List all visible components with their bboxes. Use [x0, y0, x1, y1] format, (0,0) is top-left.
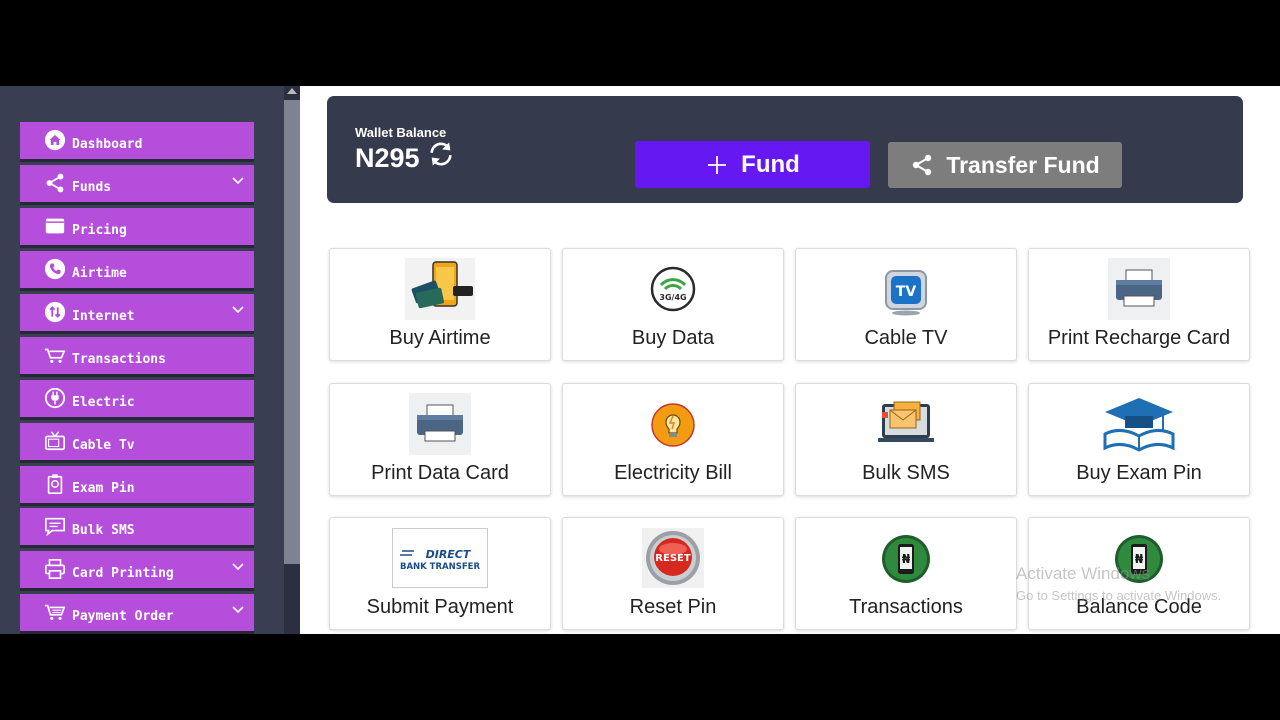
service-card-buy-exam-pin[interactable]: Buy Exam Pin — [1028, 383, 1250, 496]
svg-text:TV: TV — [896, 284, 917, 300]
svg-text:₦: ₦ — [902, 552, 911, 566]
cart-icon — [44, 348, 66, 363]
service-card-submit-payment[interactable]: DIRECT BANK TRANSFER Submit Payment — [329, 517, 551, 630]
chevron-down-icon — [232, 306, 244, 314]
sidebar-item-label: Bulk SMS — [72, 523, 135, 538]
sidebar-item-dashboard[interactable]: Dashboard — [20, 122, 254, 159]
cart-icon — [44, 604, 66, 620]
sidebar-item-label: Electric — [72, 395, 135, 410]
sidebar-item-label: Exam Pin — [72, 481, 135, 496]
windows-activation-watermark: Activate Windows Go to Settings to activ… — [1016, 564, 1221, 603]
transfer-fund-button-label: Transfer Fund — [946, 151, 1100, 178]
app-window: Dashboard Funds Pricing Airtime Internet… — [0, 86, 1280, 634]
logo-text-bank-transfer: BANK TRANSFER — [400, 562, 480, 572]
sidebar-item-label: Transactions — [72, 352, 166, 367]
sidebar-item-card-printing[interactable]: Card Printing — [20, 551, 254, 588]
reset-button-icon: RESET — [642, 528, 704, 588]
service-card-label: Buy Data — [631, 327, 715, 349]
chevron-down-icon — [232, 606, 244, 614]
watermark-subtitle: Go to Settings to activate Windows. — [1016, 588, 1222, 603]
reset-logo-text: RESET — [655, 553, 691, 564]
service-card-label: Bulk SMS — [862, 462, 950, 484]
service-card-transactions[interactable]: ₦ Transactions — [795, 517, 1017, 630]
service-card-reset-pin[interactable]: RESET Reset Pin — [562, 517, 784, 630]
sidebar-item-bulk-sms[interactable]: Bulk SMS — [20, 508, 254, 545]
transfer-fund-button[interactable]: Transfer Fund — [888, 142, 1122, 188]
sms-icon — [45, 517, 65, 537]
service-card-label: Buy Airtime — [389, 327, 491, 349]
share-icon — [46, 173, 64, 193]
sidebar-item-label: Funds — [72, 180, 112, 195]
tv-badge-icon: TV — [885, 270, 927, 316]
service-card-cable-tv[interactable]: TV Cable TV — [795, 248, 1017, 361]
service-card-label: Reset Pin — [629, 596, 717, 618]
sidebar-item-label: Card Printing — [72, 566, 174, 581]
wallet-balance-label: Wallet Balance — [355, 125, 447, 140]
plus-icon — [708, 155, 727, 174]
sidebar-item-label: Airtime — [72, 266, 127, 281]
wallet-panel: Wallet Balance N295 Fund Transfer Fund — [327, 96, 1243, 203]
lightbulb-icon — [651, 403, 695, 447]
service-card-print-data-card[interactable]: Print Data Card — [329, 383, 551, 496]
scroll-up-arrow-icon[interactable] — [287, 88, 297, 94]
sidebar-item-airtime[interactable]: Airtime — [20, 251, 254, 288]
service-card-buy-data[interactable]: 3G/4G Buy Data — [562, 248, 784, 361]
sidebar-item-label: Pricing — [72, 223, 127, 238]
watermark-title: Activate Windows — [1016, 564, 1151, 583]
envelopes-icon — [878, 401, 934, 442]
fund-button-label: Fund — [741, 150, 800, 178]
sidebar-item-label: Dashboard — [72, 137, 143, 152]
sidebar-item-transactions[interactable]: Transactions — [20, 337, 254, 374]
sidebar-item-payment-order[interactable]: Payment Order — [20, 594, 254, 631]
phone-icon — [44, 258, 66, 280]
service-card-label: Cable TV — [864, 327, 948, 349]
service-card-label: Transactions — [849, 596, 963, 618]
naira-phone-icon: ₦ — [882, 535, 930, 583]
service-card-label: Print Recharge Card — [1047, 327, 1231, 349]
sidebar-item-label: Cable Tv — [72, 438, 135, 453]
printer-icon — [45, 559, 65, 579]
sidebar-item-electric[interactable]: Electric — [20, 380, 254, 417]
certificate-icon — [47, 474, 63, 494]
chevron-down-icon — [232, 563, 244, 571]
service-card-label: Submit Payment — [366, 596, 514, 618]
sidebar-item-internet[interactable]: Internet — [20, 294, 254, 331]
direct-bank-transfer-icon: DIRECT BANK TRANSFER — [392, 528, 488, 588]
service-card-bulk-sms[interactable]: Bulk SMS — [795, 383, 1017, 496]
plug-icon — [44, 387, 66, 409]
home-icon — [44, 129, 66, 151]
service-card-buy-airtime[interactable]: Buy Airtime — [329, 248, 551, 361]
sidebar-item-pricing[interactable]: Pricing — [20, 208, 254, 245]
data-transfer-icon — [44, 301, 66, 323]
sidebar-item-exam-pin[interactable]: Exam Pin — [20, 466, 254, 503]
sidebar-item-label: Internet — [72, 309, 135, 324]
chevron-down-icon — [232, 177, 244, 185]
sidebar-item-label: Payment Order — [72, 609, 174, 624]
fund-button[interactable]: Fund — [635, 141, 870, 188]
wifi-3g4g-icon: 3G/4G — [650, 266, 696, 312]
service-card-label: Print Data Card — [371, 462, 509, 484]
service-card-label: Buy Exam Pin — [1076, 462, 1202, 484]
printer-icon — [1108, 258, 1170, 320]
service-card-electricity-bill[interactable]: Electricity Bill — [562, 383, 784, 496]
graduation-cap-icon — [1103, 398, 1175, 452]
printer-icon — [409, 393, 471, 455]
service-card-print-recharge-card[interactable]: Print Recharge Card — [1028, 248, 1250, 361]
sidebar: Dashboard Funds Pricing Airtime Internet… — [0, 86, 284, 634]
sidebar-item-cable-tv[interactable]: Cable Tv — [20, 423, 254, 460]
scrollbar-thumb[interactable] — [284, 100, 300, 564]
sidebar-item-funds[interactable]: Funds — [20, 165, 254, 202]
refresh-icon[interactable] — [427, 140, 455, 168]
wallet-balance-amount: N295 — [355, 143, 420, 173]
tv-icon — [45, 431, 65, 451]
svg-text:3G/4G: 3G/4G — [659, 293, 686, 302]
sidebar-scrollbar[interactable] — [284, 86, 300, 634]
airtime-phone-icon — [405, 258, 475, 320]
logo-text-direct: DIRECT — [426, 548, 472, 561]
wallet-icon — [45, 218, 65, 234]
share-icon — [913, 154, 932, 176]
service-card-label: Electricity Bill — [614, 462, 732, 484]
